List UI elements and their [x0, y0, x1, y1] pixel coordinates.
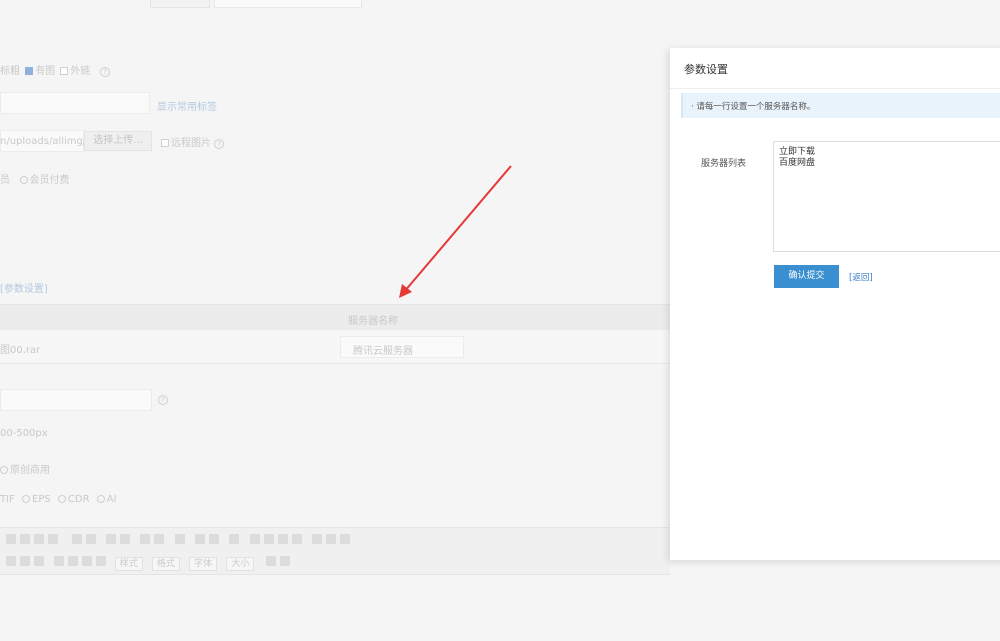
editor-toolbar: 样式 格式 字体 大小	[0, 527, 670, 575]
redo-icon[interactable]	[85, 534, 96, 544]
font-select[interactable]: 字体	[189, 557, 218, 571]
help-icon[interactable]: ?	[214, 139, 225, 149]
size-text: 00-500px	[0, 428, 48, 439]
format-tif: TIF	[0, 494, 15, 505]
editor-icon[interactable]	[119, 534, 130, 544]
editor-icon[interactable]	[194, 534, 205, 544]
editor-icon[interactable]	[326, 534, 337, 544]
external-link-label: 外链	[70, 66, 91, 77]
has-image-checkbox[interactable]	[25, 67, 34, 75]
file-name: 图00.rar	[0, 345, 41, 356]
format-select[interactable]: 格式	[151, 557, 180, 571]
editor-icon[interactable]	[20, 534, 30, 544]
editor-icon[interactable]	[48, 534, 58, 544]
editor-icon[interactable]	[105, 534, 116, 544]
bold-title-label: 标粗	[0, 66, 20, 77]
dialog-title: 参数设置	[684, 63, 728, 76]
server-list-label: 服务器列表	[701, 159, 747, 169]
undo-icon[interactable]	[71, 534, 82, 544]
editor-icon[interactable]	[312, 534, 323, 544]
editor-icon[interactable]	[249, 534, 260, 544]
help-icon[interactable]: ?	[158, 395, 168, 405]
editor-icon[interactable]	[174, 534, 185, 544]
original-label: 原创商用	[10, 465, 50, 476]
editor-icon[interactable]	[6, 534, 16, 544]
editor-icon[interactable]	[34, 556, 44, 566]
editor-icon[interactable]	[291, 534, 302, 544]
editor-icon[interactable]	[6, 556, 16, 566]
remote-image-label: 远程图片	[171, 138, 211, 149]
editor-icon[interactable]	[20, 556, 30, 566]
format-cdr-radio[interactable]	[57, 495, 66, 503]
editor-icon[interactable]	[340, 534, 351, 544]
editor-icon-row	[4, 534, 352, 547]
align-icon[interactable]	[82, 556, 93, 566]
format-ai-radio[interactable]	[96, 495, 105, 503]
server-name-input[interactable]: 腾讯云服务器	[340, 336, 464, 358]
tip-box: · 请每一行设置一个服务器名称。	[681, 93, 1000, 118]
common-tags-link[interactable]: 显示常用标签	[157, 102, 217, 113]
param-settings-link[interactable]: [参数设置]	[0, 284, 48, 295]
upload-path-text: n/uploads/allimg/2(	[0, 136, 97, 147]
editor-icon[interactable]	[34, 534, 44, 544]
server-name-header: 服务器名称	[348, 316, 398, 327]
format-eps: EPS	[32, 494, 51, 505]
has-image-label: 有图	[35, 66, 56, 77]
format-cdr: CDR	[67, 494, 90, 505]
tags-input[interactable]	[0, 92, 150, 114]
align-icon[interactable]	[68, 556, 79, 566]
bg-color-icon[interactable]	[279, 556, 290, 566]
table-header: 服务器名称	[0, 304, 670, 330]
top-button[interactable]	[150, 0, 210, 8]
member-paid-radio[interactable]	[19, 176, 28, 184]
editor-icon[interactable]	[229, 534, 240, 544]
remote-image-checkbox[interactable]	[161, 139, 169, 147]
dialog-divider	[670, 88, 1000, 89]
editor-icon[interactable]	[263, 534, 274, 544]
member-option-label: 员	[0, 175, 10, 186]
align-icon[interactable]	[96, 556, 107, 566]
original-radio[interactable]	[0, 466, 8, 474]
align-icon[interactable]	[54, 556, 65, 566]
server-name-value: 腾讯云服务器	[353, 346, 413, 357]
table-row: 图00.rar 腾讯云服务器	[0, 330, 670, 364]
editor-select-row: 样式 格式 字体 大小	[4, 556, 292, 571]
editor-icon[interactable]	[277, 534, 288, 544]
size-select[interactable]: 大小	[226, 557, 255, 571]
top-input[interactable]	[214, 0, 362, 8]
format-eps-radio[interactable]	[22, 495, 30, 503]
style-select[interactable]: 样式	[114, 557, 143, 571]
text-color-icon[interactable]	[265, 556, 276, 566]
help-icon[interactable]: ?	[99, 67, 110, 77]
title-options-row: 标粗 有图 外链 ?	[0, 62, 110, 77]
external-link-checkbox[interactable]	[60, 67, 69, 75]
server-list-textarea[interactable]: 立即下载 百度网盘	[773, 141, 1000, 252]
param-settings-dialog: 参数设置 · 请每一行设置一个服务器名称。 服务器列表 立即下载 百度网盘 确认…	[670, 48, 1000, 560]
extra-input[interactable]	[0, 389, 152, 411]
editor-icon[interactable]	[154, 534, 165, 544]
editor-icon[interactable]	[208, 534, 219, 544]
editor-icon[interactable]	[140, 534, 151, 544]
upload-button[interactable]: 选择上传...	[84, 131, 152, 151]
tip-text: · 请每一行设置一个服务器名称。	[691, 102, 816, 112]
format-ai: AI	[106, 494, 117, 505]
back-link[interactable]: [返回]	[849, 271, 873, 283]
member-paid-label: 会员付费	[29, 175, 70, 186]
confirm-submit-button[interactable]: 确认提交	[774, 265, 839, 288]
